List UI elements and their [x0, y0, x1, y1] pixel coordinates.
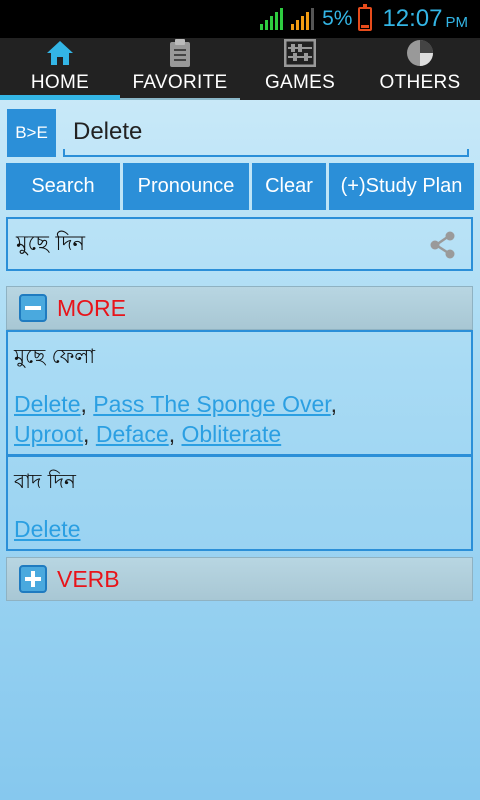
tab-bar: HOME FAVORITE GAMES OTHERS	[0, 38, 480, 100]
search-input[interactable]: Delete	[63, 109, 469, 157]
synonym-link[interactable]: Delete	[14, 516, 80, 542]
section-more-title: MORE	[57, 294, 126, 321]
meaning-text: মুছে দিন	[16, 231, 86, 255]
clear-button[interactable]: Clear	[252, 163, 326, 210]
tab-home[interactable]: HOME	[0, 38, 120, 100]
synonym-link[interactable]: Pass The Sponge Over	[93, 391, 330, 417]
more-entry-1: মুছে ফেলা Delete, Pass The Sponge Over, …	[6, 330, 473, 456]
entry-bengali: মুছে ফেলা	[14, 344, 96, 368]
status-bar: 5% 12:07 PM	[0, 0, 480, 38]
entry-synonyms: Delete	[14, 514, 465, 544]
share-icon[interactable]	[429, 231, 457, 264]
tab-games-label: GAMES	[264, 72, 336, 93]
expand-icon	[19, 565, 47, 593]
section-more-header[interactable]: MORE	[6, 286, 473, 330]
synonym-link[interactable]: Deface	[96, 421, 169, 447]
section-verb-title: VERB	[57, 565, 120, 592]
entry-bengali: বাদ দিন	[14, 469, 76, 493]
tab-favorite[interactable]: FAVORITE	[120, 38, 240, 100]
clipboard-icon	[168, 38, 192, 68]
wifi-signal-icon	[260, 8, 284, 30]
abacus-icon	[284, 38, 316, 68]
action-bar: Search Pronounce Clear (+)Study Plan	[6, 163, 474, 210]
section-verb-header[interactable]: VERB	[6, 557, 473, 601]
home-icon	[45, 38, 75, 68]
synonym-link[interactable]: Delete	[14, 391, 80, 417]
pie-icon	[405, 38, 435, 68]
more-entry-2: বাদ দিন Delete	[6, 455, 473, 551]
tab-others-label: OTHERS	[379, 72, 461, 93]
clock-time: 12:07	[382, 5, 443, 32]
tab-favorite-label: FAVORITE	[132, 72, 228, 93]
synonym-link[interactable]: Obliterate	[181, 421, 281, 447]
synonym-link[interactable]: Uproot	[14, 421, 83, 447]
search-button[interactable]: Search	[6, 163, 120, 210]
pronounce-button[interactable]: Pronounce	[123, 163, 249, 210]
entry-synonyms: Delete, Pass The Sponge Over, Uproot, De…	[14, 391, 338, 447]
study-plan-button[interactable]: (+)Study Plan	[329, 163, 474, 210]
tab-games[interactable]: GAMES	[240, 38, 360, 100]
tab-others[interactable]: OTHERS	[360, 38, 480, 100]
direction-toggle-button[interactable]: B>E	[7, 109, 56, 157]
tab-home-label: HOME	[30, 72, 90, 93]
cell-signal-icon	[291, 8, 315, 30]
collapse-icon	[19, 294, 47, 322]
battery-icon	[358, 4, 373, 31]
battery-percent: 5%	[322, 7, 353, 30]
meaning-box: মুছে দিন	[6, 217, 473, 271]
clock-ampm: PM	[445, 13, 469, 31]
search-input-value: Delete	[73, 118, 143, 145]
